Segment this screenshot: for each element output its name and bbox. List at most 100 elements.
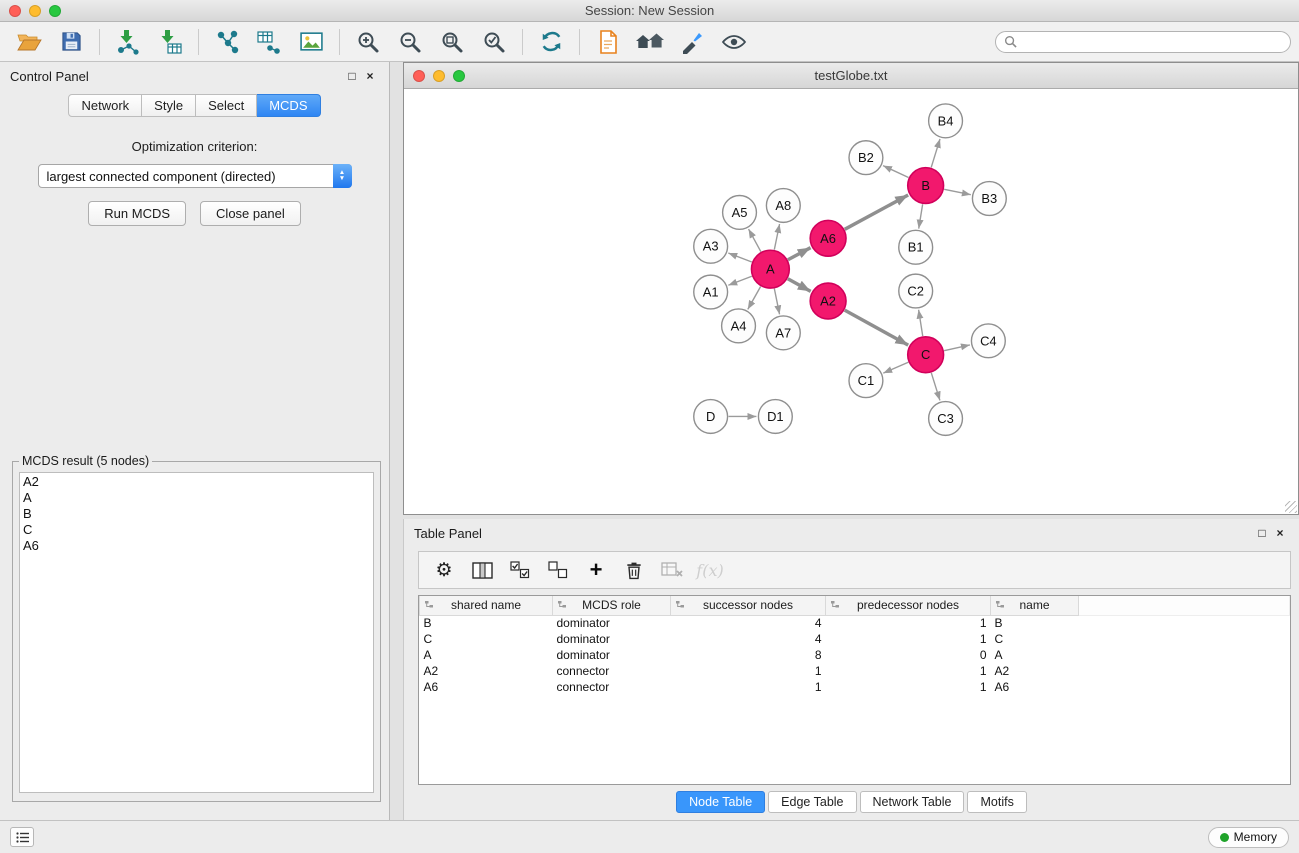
node-A7[interactable]: A7 bbox=[766, 316, 800, 350]
network-window-titlebar[interactable]: testGlobe.txt bbox=[404, 63, 1298, 89]
table-cell[interactable]: dominator bbox=[553, 631, 671, 647]
select-all-button[interactable] bbox=[503, 554, 537, 586]
node-B2[interactable]: B2 bbox=[849, 141, 883, 175]
minimize-window-button[interactable] bbox=[29, 5, 41, 17]
edge-C-C3[interactable] bbox=[931, 373, 940, 401]
table-cell[interactable]: A6 bbox=[420, 679, 553, 695]
node-D[interactable]: D bbox=[694, 400, 728, 434]
mcds-result-item[interactable]: A6 bbox=[23, 538, 370, 554]
edge-B-B2[interactable] bbox=[883, 166, 908, 178]
node-B3[interactable]: B3 bbox=[972, 182, 1006, 216]
zoom-in-button[interactable] bbox=[347, 25, 389, 59]
tab-node-table[interactable]: Node Table bbox=[676, 791, 765, 813]
edge-A-A3[interactable] bbox=[728, 253, 751, 262]
edge-C-C2[interactable] bbox=[919, 310, 923, 336]
table-cell[interactable]: 0 bbox=[826, 647, 991, 663]
node-A4[interactable]: A4 bbox=[722, 309, 756, 343]
float-table-panel-button[interactable]: □ bbox=[1253, 524, 1271, 542]
table-cell[interactable]: 1 bbox=[826, 631, 991, 647]
table-row[interactable]: Cdominator41C bbox=[420, 631, 1290, 647]
table-cell[interactable]: A6 bbox=[991, 679, 1079, 695]
table-settings-button[interactable]: ⚙ bbox=[427, 554, 461, 586]
close-table-panel-button[interactable]: × bbox=[1271, 524, 1289, 542]
table-cell[interactable]: dominator bbox=[553, 647, 671, 663]
close-network-button[interactable] bbox=[413, 70, 425, 82]
new-network-button[interactable] bbox=[206, 25, 248, 59]
node-A[interactable]: A bbox=[751, 250, 789, 288]
node-B1[interactable]: B1 bbox=[899, 230, 933, 264]
node-A5[interactable]: A5 bbox=[723, 195, 757, 229]
network-graph[interactable]: AA6A2BCA5A8A3A1A4A7B2B4B3B1C2C4C1C3DD1 bbox=[404, 89, 1298, 514]
mcds-result-list[interactable]: A2ABCA6 bbox=[19, 472, 374, 793]
edge-A6-B[interactable] bbox=[845, 195, 908, 229]
show-graphics-details-button[interactable] bbox=[713, 25, 755, 59]
zoom-out-button[interactable] bbox=[389, 25, 431, 59]
minimize-network-button[interactable] bbox=[433, 70, 445, 82]
search-input[interactable] bbox=[1022, 35, 1282, 49]
criterion-select[interactable]: largest connected component (directed) ▲… bbox=[38, 164, 352, 188]
run-mcds-button[interactable]: Run MCDS bbox=[88, 201, 186, 226]
new-network-table-button[interactable] bbox=[248, 25, 290, 59]
search-box[interactable] bbox=[995, 31, 1291, 53]
table-cell[interactable]: 1 bbox=[826, 663, 991, 679]
refresh-button[interactable] bbox=[530, 25, 572, 59]
table-cell[interactable]: B bbox=[420, 615, 553, 631]
mcds-result-item[interactable]: C bbox=[23, 522, 370, 538]
table-cell[interactable]: 4 bbox=[671, 615, 826, 631]
tab-network[interactable]: Network bbox=[68, 94, 142, 117]
tab-motifs[interactable]: Motifs bbox=[967, 791, 1026, 813]
edge-A-A4[interactable] bbox=[748, 287, 761, 310]
function-builder-button[interactable]: f(x) bbox=[693, 554, 727, 586]
table-cell[interactable]: 1 bbox=[826, 615, 991, 631]
column-header-name[interactable]: name bbox=[991, 596, 1079, 615]
edge-A-A2[interactable] bbox=[788, 279, 811, 292]
column-header-mcds-role[interactable]: MCDS role bbox=[553, 596, 671, 615]
resize-handle[interactable] bbox=[1285, 501, 1297, 513]
close-panel-button[interactable]: Close panel bbox=[200, 201, 301, 226]
table-row[interactable]: A2connector11A2 bbox=[420, 663, 1290, 679]
edge-A-A5[interactable] bbox=[749, 229, 761, 252]
node-A3[interactable]: A3 bbox=[694, 229, 728, 263]
tab-network-table[interactable]: Network Table bbox=[860, 791, 965, 813]
edge-B-B4[interactable] bbox=[931, 139, 940, 168]
table-row[interactable]: Adominator80A bbox=[420, 647, 1290, 663]
table-cell[interactable]: 4 bbox=[671, 631, 826, 647]
table-cell[interactable]: 1 bbox=[671, 679, 826, 695]
edge-B-B1[interactable] bbox=[919, 204, 923, 228]
open-session-button[interactable] bbox=[8, 25, 50, 59]
memory-button[interactable]: Memory bbox=[1208, 827, 1289, 848]
panel-menu-button[interactable] bbox=[10, 827, 34, 847]
node-C1[interactable]: C1 bbox=[849, 364, 883, 398]
insert-column-button[interactable] bbox=[465, 554, 499, 586]
node-A1[interactable]: A1 bbox=[694, 275, 728, 309]
float-panel-button[interactable]: □ bbox=[343, 67, 361, 85]
zoom-network-button[interactable] bbox=[453, 70, 465, 82]
node-A6[interactable]: A6 bbox=[810, 220, 846, 256]
zoom-fit-button[interactable] bbox=[431, 25, 473, 59]
node-C[interactable]: C bbox=[908, 337, 944, 373]
import-table-button[interactable] bbox=[149, 25, 191, 59]
table-row[interactable]: Bdominator41B bbox=[420, 615, 1290, 631]
network-canvas[interactable]: AA6A2BCA5A8A3A1A4A7B2B4B3B1C2C4C1C3DD1 bbox=[404, 89, 1298, 514]
node-C3[interactable]: C3 bbox=[929, 402, 963, 436]
node-D1[interactable]: D1 bbox=[758, 400, 792, 434]
node-A8[interactable]: A8 bbox=[766, 189, 800, 223]
edge-A2-C[interactable] bbox=[845, 310, 909, 345]
table-cell[interactable]: connector bbox=[553, 679, 671, 695]
edge-B-B3[interactable] bbox=[944, 189, 971, 194]
node-B[interactable]: B bbox=[908, 168, 944, 204]
copy-view-button[interactable] bbox=[587, 25, 629, 59]
table-cell[interactable]: A bbox=[420, 647, 553, 663]
column-header-successor-nodes[interactable]: successor nodes bbox=[671, 596, 826, 615]
tab-edge-table[interactable]: Edge Table bbox=[768, 791, 856, 813]
column-header-shared-name[interactable]: shared name bbox=[420, 596, 553, 615]
table-cell[interactable]: C bbox=[991, 631, 1079, 647]
table-cell[interactable]: dominator bbox=[553, 615, 671, 631]
table-cell[interactable]: 1 bbox=[671, 663, 826, 679]
delete-row-button[interactable] bbox=[617, 554, 651, 586]
node-C4[interactable]: C4 bbox=[971, 324, 1005, 358]
table-cell[interactable]: A bbox=[991, 647, 1079, 663]
import-network-button[interactable] bbox=[107, 25, 149, 59]
table-cell[interactable]: 8 bbox=[671, 647, 826, 663]
table-row[interactable]: A6connector11A6 bbox=[420, 679, 1290, 695]
